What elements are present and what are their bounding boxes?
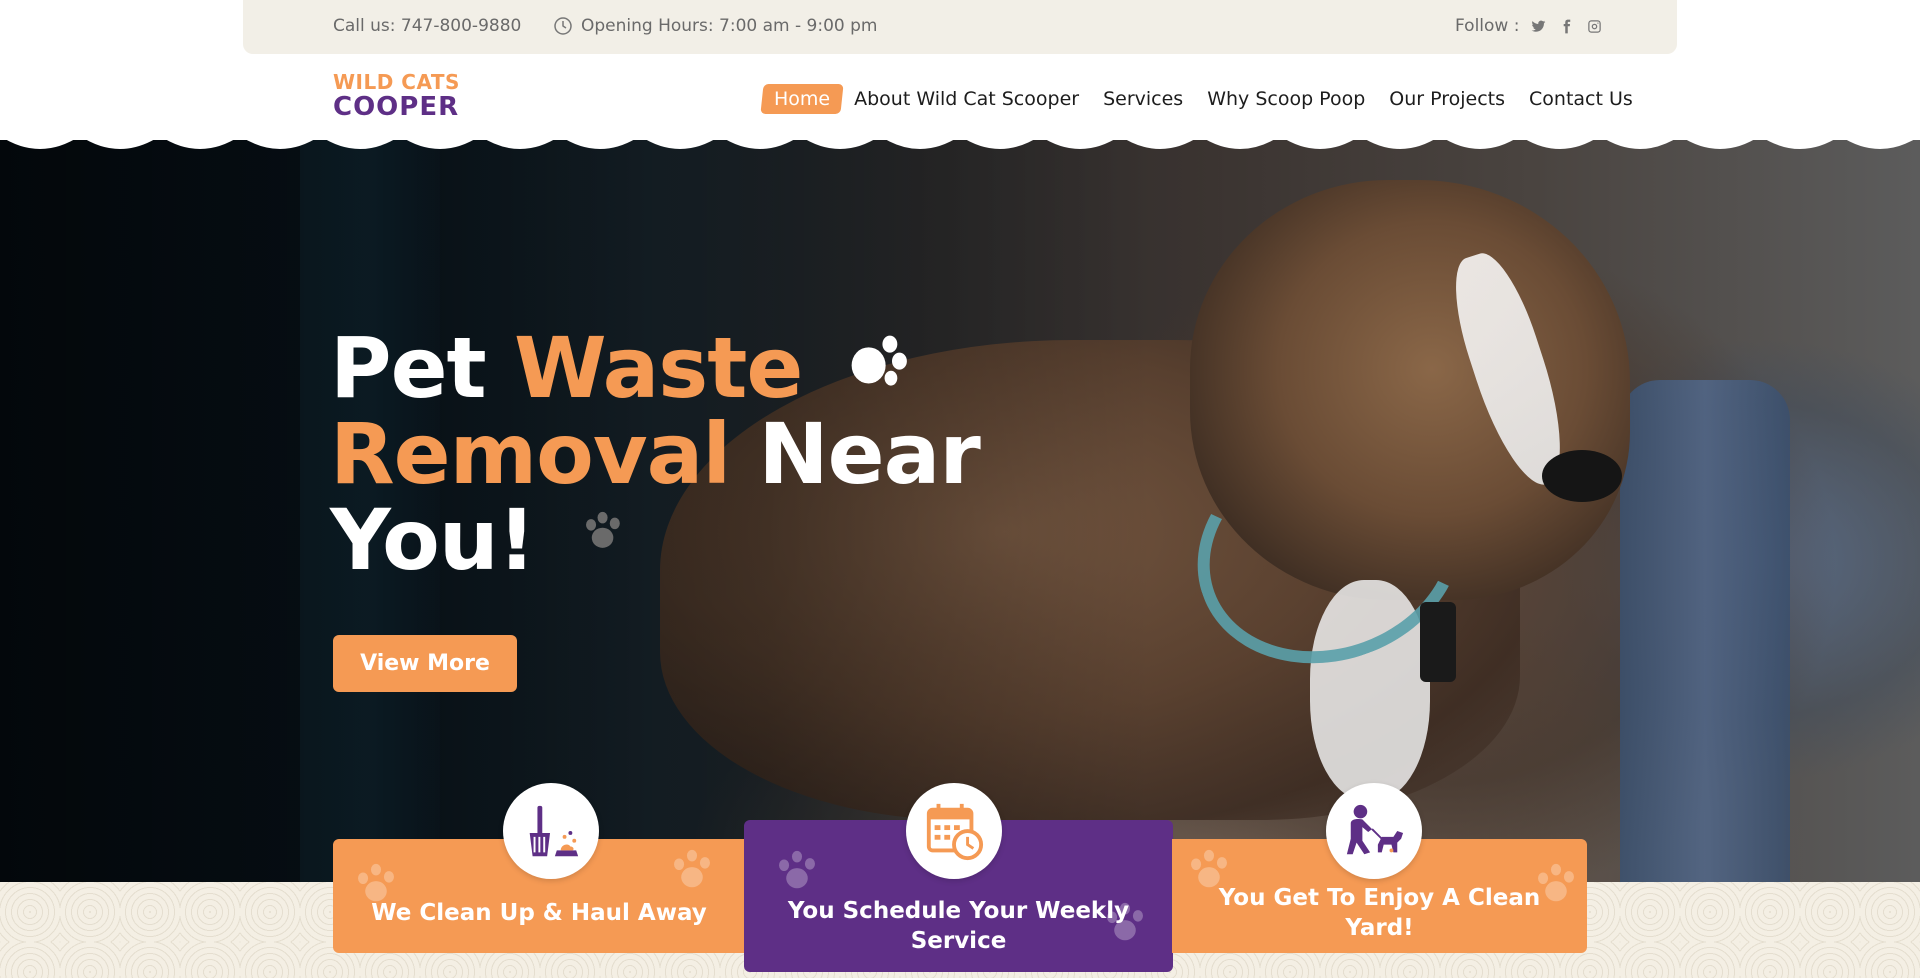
twitter-icon[interactable] xyxy=(1529,17,1547,35)
opening-hours: Opening Hours: 7:00 am - 9:00 pm xyxy=(553,16,877,36)
paw-print-decor-icon xyxy=(779,850,815,889)
feature-label: We Clean Up & Haul Away xyxy=(371,900,707,926)
top-info-bar: Call us: 747-800-9880 Opening Hours: 7:0… xyxy=(243,0,1677,54)
page: Call us: 747-800-9880 Opening Hours: 7:0… xyxy=(0,0,1920,978)
facebook-icon[interactable] xyxy=(1557,17,1575,35)
headline-removal: Removal xyxy=(330,405,731,503)
hero-headline: Pet Waste Removal Near You! xyxy=(330,325,981,583)
nav-item-home[interactable]: Home xyxy=(760,84,844,114)
nav-item-services[interactable]: Services xyxy=(1103,88,1183,110)
nav-item-why-scoop-poop[interactable]: Why Scoop Poop xyxy=(1207,88,1365,110)
logo-line-1: WILD CATS xyxy=(333,70,460,94)
main-navigation: Home About Wild Cat Scooper Services Why… xyxy=(760,84,1633,114)
person-with-dog-icon xyxy=(1326,783,1422,879)
phone-number[interactable]: Call us: 747-800-9880 xyxy=(333,16,521,36)
paw-print-icon xyxy=(851,335,907,386)
headline-near: Near xyxy=(730,405,980,503)
view-more-button[interactable]: View More xyxy=(333,635,517,692)
nav-item-our-projects[interactable]: Our Projects xyxy=(1389,88,1505,110)
follow-label: Follow : xyxy=(1455,16,1520,36)
site-logo[interactable]: WILD CATS COOPER xyxy=(333,72,460,120)
paw-print-small-icon xyxy=(586,511,620,548)
feature-label: You Schedule Your Weekly Service xyxy=(787,898,1130,954)
scalloped-divider xyxy=(0,118,1920,149)
nav-item-about[interactable]: About Wild Cat Scooper xyxy=(854,88,1079,110)
instagram-icon[interactable] xyxy=(1585,17,1603,35)
feature-label: You Get To Enjoy A Clean Yard! xyxy=(1218,885,1541,941)
headline-you: You! xyxy=(330,491,536,589)
paw-print-decor-icon xyxy=(674,849,710,888)
calendar-clock-icon xyxy=(906,783,1002,879)
headline-pet: Pet xyxy=(330,319,514,417)
logo-line-2: COOPER xyxy=(333,92,460,122)
clock-icon xyxy=(554,17,572,35)
nav-item-contact-us[interactable]: Contact Us xyxy=(1529,88,1633,110)
opening-hours-text: Opening Hours: 7:00 am - 9:00 pm xyxy=(581,16,878,36)
scooper-icon xyxy=(503,783,599,879)
headline-waste: Waste xyxy=(513,319,803,417)
social-follow: Follow : xyxy=(1455,16,1603,36)
